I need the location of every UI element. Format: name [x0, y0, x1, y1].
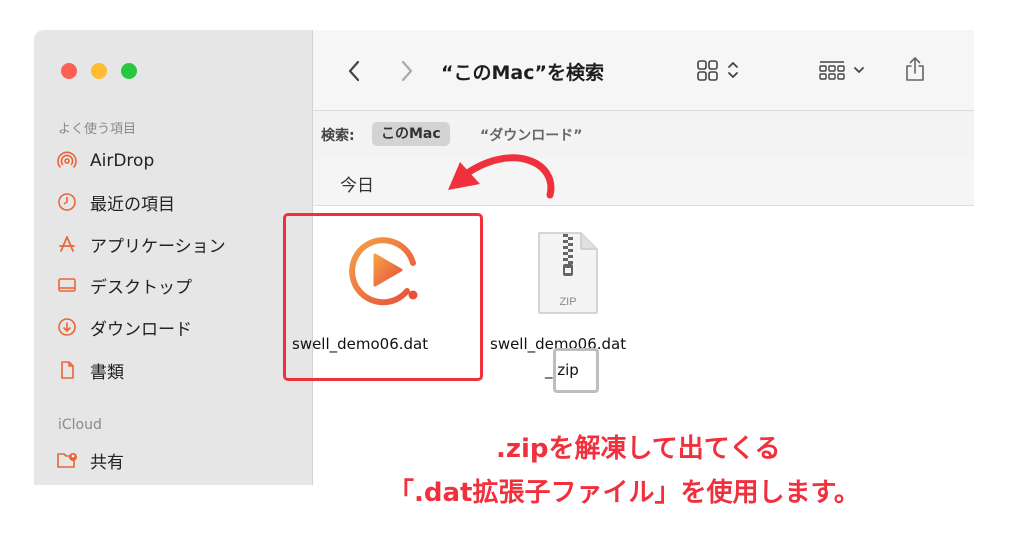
sidebar-item-downloads[interactable]: ダウンロード: [56, 313, 192, 341]
zoom-window-button[interactable]: [121, 63, 137, 79]
sidebar-item-label: アプリケーション: [90, 236, 226, 257]
scope-label: 検索:: [321, 128, 355, 144]
icloud-section-title: iCloud: [58, 417, 102, 433]
sidebar-item-applications[interactable]: アプリケーション: [56, 230, 226, 258]
group-view-icon: [819, 61, 845, 80]
chevron-updown-icon: [728, 62, 738, 78]
sidebar: よく使う項目 AirDrop 最近の項目 アプリケーション デスクトップ ダウン…: [34, 30, 313, 485]
window-title: “このMac”を検索: [441, 62, 604, 84]
sidebar-item-label: 最近の項目: [90, 194, 175, 215]
airdrop-icon: [56, 150, 78, 172]
sidebar-item-airdrop[interactable]: AirDrop: [56, 147, 154, 175]
share-button[interactable]: [902, 54, 928, 84]
applications-icon: [56, 233, 78, 255]
caption-line-1: .zipを解凍して出てくる: [496, 434, 781, 464]
download-icon: [56, 316, 78, 338]
sidebar-item-label: ダウンロード: [90, 319, 192, 340]
sidebar-item-desktop[interactable]: デスクトップ: [56, 271, 192, 299]
zip-file-icon: ZIP: [538, 232, 598, 314]
sidebar-item-shared[interactable]: 共有: [56, 446, 124, 474]
toolbar: “このMac”を検索: [313, 30, 974, 110]
document-icon: [56, 359, 78, 381]
grid-view-icon: [697, 60, 718, 81]
sidebar-item-recents[interactable]: 最近の項目: [56, 188, 175, 216]
sidebar-item-label: AirDrop: [90, 151, 155, 171]
clock-icon: [56, 191, 78, 213]
back-button[interactable]: [341, 58, 367, 84]
desktop-icon: [56, 274, 78, 296]
shared-folder-icon: [56, 449, 78, 471]
favorites-section-title: よく使う項目: [58, 122, 137, 137]
sidebar-item-documents[interactable]: 書類: [56, 356, 124, 384]
chevron-down-icon: [854, 67, 864, 73]
chevron-left-icon: [348, 60, 360, 82]
zip-extension-highlight: [553, 348, 599, 393]
scope-this-mac-button[interactable]: このMac: [372, 122, 450, 146]
group-label: 今日: [340, 176, 374, 196]
view-mode-button[interactable]: [696, 56, 750, 84]
chevron-right-icon: [401, 60, 413, 82]
group-by-button[interactable]: [818, 58, 874, 84]
highlight-box: [283, 213, 483, 381]
caption-line-2: 「.dat拡張子ファイル」を使用します。: [388, 478, 860, 508]
zip-badge: ZIP: [559, 296, 576, 308]
group-header: 今日: [313, 158, 974, 206]
sidebar-item-label: 共有: [90, 452, 124, 473]
share-icon: [906, 57, 924, 81]
sidebar-item-label: デスクトップ: [90, 277, 192, 298]
search-scope-bar: 検索: このMac “ダウンロード”: [313, 110, 974, 159]
close-window-button[interactable]: [61, 63, 77, 79]
pointer-arrow-icon: [448, 154, 555, 199]
sidebar-item-label: 書類: [90, 362, 124, 383]
minimize-window-button[interactable]: [91, 63, 107, 79]
forward-button[interactable]: [394, 58, 420, 84]
